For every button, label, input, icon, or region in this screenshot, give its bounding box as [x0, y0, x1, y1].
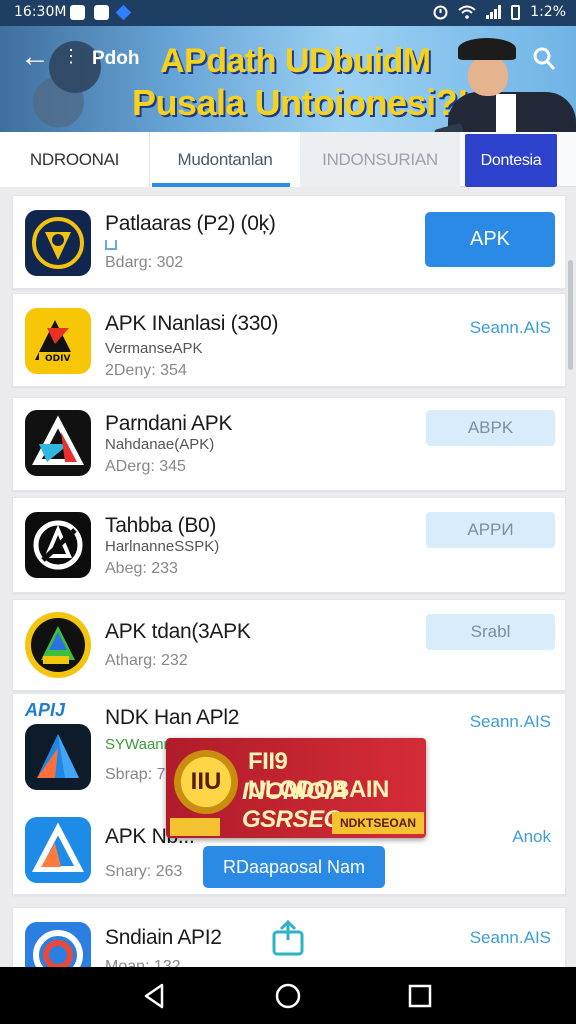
app-meta: Atharg: 232 — [105, 652, 188, 669]
search-icon[interactable] — [532, 46, 556, 72]
battery-icon — [511, 4, 521, 20]
tab-mudontanlan[interactable]: Mudontanlan — [150, 132, 300, 187]
app-meta: 2Deny: 354 — [105, 362, 187, 379]
notification-icons — [70, 4, 132, 21]
notification-diamond-icon — [115, 4, 132, 21]
ad-tag: NDKTSEOAN — [332, 812, 424, 834]
app-icon — [25, 922, 91, 967]
app-name: Tahbba (B0) — [105, 514, 217, 537]
notification-app-icon — [70, 5, 85, 20]
app-subtitle: Nahdanae(APK) — [105, 436, 215, 453]
app-icon — [25, 210, 91, 276]
app-icon — [25, 512, 91, 578]
tab-dontesia[interactable]: Dontesia — [465, 134, 557, 187]
app-name: Patlaaras (P2) (0ķ) — [105, 212, 276, 235]
app-name: NDK Han APl2 — [105, 706, 240, 729]
app-subtitle: HarlnanneSSPK) — [105, 538, 220, 555]
app-badge: APIJ — [25, 700, 66, 720]
app-meta: ADerg: 345 — [105, 458, 186, 475]
ad-coin-logo: IIU — [174, 750, 238, 814]
app-name: APK INanlasi (330) — [105, 312, 279, 335]
app-action-link[interactable]: Seann.AIS — [470, 318, 551, 338]
system-icons: 1:2% — [433, 4, 566, 20]
app-icon — [25, 612, 91, 678]
notification-image-icon — [94, 5, 109, 20]
tab-indonsurian[interactable]: INDONSURIAN — [300, 132, 460, 187]
app-name: Sndiain API2 — [105, 926, 222, 949]
list-item[interactable]: APK tdan(3APK Atharg: 232 Srabl — [12, 599, 566, 691]
list-item[interactable]: Parndani APK Nahdanae(APK) ADerg: 345 AB… — [12, 397, 566, 491]
banner-headline-2: Pusala Untoionesi?! — [132, 82, 469, 123]
app-meta: Abeg: 233 — [105, 560, 178, 577]
share-icon[interactable] — [270, 920, 306, 956]
ad-tag-left — [170, 818, 220, 836]
app-subtitle: VermanseAPK — [105, 340, 203, 357]
apk-button[interactable]: APPИ — [426, 512, 555, 548]
app-icon: ODIV — [25, 308, 91, 374]
ad-action-button[interactable]: RDaapaosal Nam — [203, 846, 385, 888]
app-action-link[interactable]: Seann.AIS — [470, 928, 551, 948]
app-icon — [25, 410, 91, 476]
apk-button[interactable]: Srabl — [426, 614, 555, 650]
list-item[interactable]: Patlaaras (P2) (0ķ) Bdarg: 302 APK — [12, 195, 566, 289]
category-tabs: NDROONAI Mudontanlan INDONSURIAN Dontesi… — [0, 132, 576, 187]
alarm-icon — [433, 5, 448, 19]
battery-level: 1:2% — [530, 4, 566, 20]
nav-recents-icon[interactable] — [405, 981, 435, 1011]
scrollbar[interactable] — [568, 260, 573, 370]
app-sub-mark — [105, 240, 117, 250]
apk-download-button[interactable]: APK — [425, 212, 555, 267]
header-banner: ← ⋮ Pdoh APdath UDbuidM Pusala Untoiones… — [0, 26, 576, 132]
wifi-icon — [458, 5, 476, 19]
tab-ndroonai[interactable]: NDROONAI — [0, 132, 150, 187]
app-meta: Moan: 132 — [105, 958, 181, 967]
app-meta: Snary: 263 — [105, 863, 183, 880]
app-meta: Bdarg: 302 — [105, 254, 184, 271]
app-meta: Sbrap: 7 — [105, 766, 166, 783]
list-item[interactable]: ODIV APK INanlasi (330) VermanseAPK 2Den… — [12, 293, 566, 387]
nav-home-icon[interactable] — [273, 981, 303, 1011]
app-icon — [25, 724, 91, 790]
status-time: 16:30M — [14, 4, 67, 20]
back-arrow-icon[interactable]: ← — [20, 42, 50, 72]
system-nav-bar — [0, 967, 576, 1024]
list-item[interactable]: Tahbba (B0) HarlnanneSSPK) Abeg: 233 APP… — [12, 497, 566, 593]
svg-text:ODIV: ODIV — [45, 354, 70, 364]
status-bar: 16:30M 1:2% — [0, 0, 576, 26]
overlay-ad-banner[interactable]: IIU FII9 ULODOBAIN INONIOIA GSRSEO NDKTS… — [166, 738, 426, 838]
banner-back-label: Pdoh — [92, 48, 140, 69]
apk-button[interactable]: ABPK — [426, 410, 555, 446]
app-name: APK tdan(3APK — [105, 620, 251, 643]
more-dots-icon[interactable]: ⋮ — [62, 46, 80, 67]
banner-headline-1: APdath UDbuidM — [160, 42, 431, 80]
signal-icon — [486, 5, 502, 19]
app-action-link[interactable]: Anok — [512, 827, 551, 847]
app-name: Parndani APK — [105, 412, 233, 435]
nav-back-icon[interactable] — [140, 981, 170, 1011]
app-action-link[interactable]: Seann.AIS — [470, 712, 551, 732]
app-icon — [25, 817, 91, 883]
